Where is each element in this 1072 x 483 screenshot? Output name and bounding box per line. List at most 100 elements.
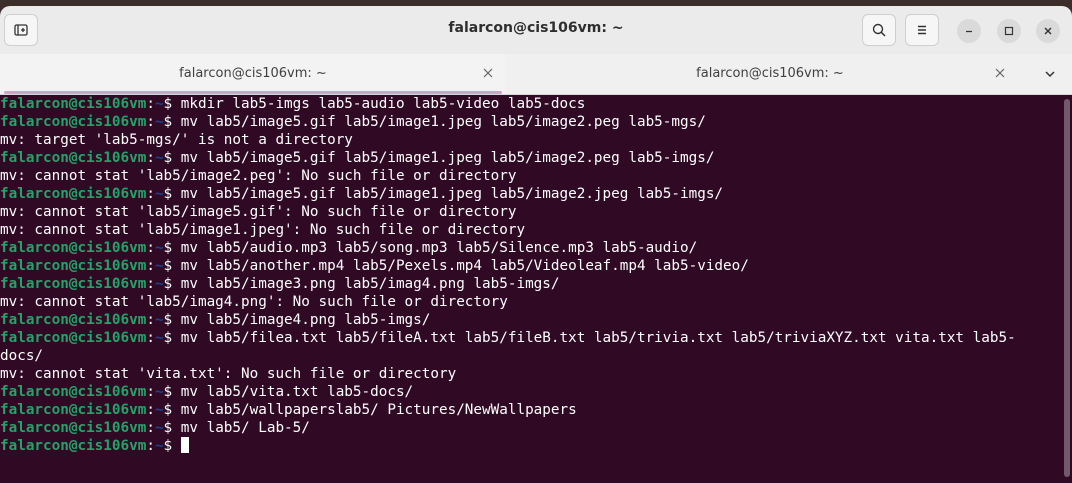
prompt-user: falarcon@cis106vm bbox=[0, 330, 147, 346]
prompt-separator: : bbox=[146, 258, 155, 274]
command-line: falarcon@cis106vm:~$ mv lab5/image5.gif … bbox=[0, 185, 1062, 203]
prompt-user: falarcon@cis106vm bbox=[0, 150, 147, 166]
output-line: docs/ bbox=[0, 347, 1062, 365]
scrollbar[interactable] bbox=[1062, 95, 1072, 483]
output-line: mv: cannot stat 'lab5/image2.peg': No su… bbox=[0, 167, 1062, 185]
prompt-separator: : bbox=[146, 402, 155, 418]
scroll-thumb[interactable] bbox=[1064, 99, 1070, 477]
prompt-symbol: $ bbox=[163, 240, 181, 256]
chevron-down-icon bbox=[1045, 71, 1055, 78]
search-icon bbox=[872, 23, 886, 37]
command-line: falarcon@cis106vm:~$ mv lab5/filea.txt l… bbox=[0, 329, 1062, 347]
command-line: falarcon@cis106vm:~$ mv lab5/image5.gif … bbox=[0, 149, 1062, 167]
prompt-symbol: $ bbox=[163, 114, 181, 130]
output-line: mv: target 'lab5-mgs/' is not a director… bbox=[0, 131, 1062, 149]
command-text: mv lab5/image3.png lab5/imag4.png lab5-i… bbox=[180, 276, 560, 292]
prompt-path: ~ bbox=[154, 96, 164, 112]
prompt-symbol: $ bbox=[163, 186, 181, 202]
prompt-path: ~ bbox=[154, 276, 164, 292]
output-line: mv: cannot stat 'lab5/image1.jpeg': No s… bbox=[0, 221, 1062, 239]
prompt-user: falarcon@cis106vm bbox=[0, 312, 147, 328]
close-icon bbox=[995, 68, 1005, 78]
terminal-window: falarcon@cis106vm: ~ falarcon@cis106vm: … bbox=[0, 6, 1072, 483]
prompt-separator: : bbox=[146, 312, 155, 328]
tab-close-button[interactable] bbox=[478, 63, 498, 83]
command-line: falarcon@cis106vm:~$ mkdir lab5-imgs lab… bbox=[0, 95, 1062, 113]
command-line: falarcon@cis106vm:~$ mv lab5/wallpapersl… bbox=[0, 401, 1062, 419]
prompt-path: ~ bbox=[154, 114, 164, 130]
prompt-separator: : bbox=[146, 330, 155, 346]
active-tab-indicator bbox=[4, 91, 502, 94]
output-text: mv: cannot stat 'lab5/image5.gif': No su… bbox=[0, 204, 517, 220]
prompt-path: ~ bbox=[154, 240, 164, 256]
prompt-user: falarcon@cis106vm bbox=[0, 114, 147, 130]
output-text: docs/ bbox=[0, 348, 44, 364]
prompt-user: falarcon@cis106vm bbox=[0, 186, 147, 202]
prompt-path: ~ bbox=[154, 312, 164, 328]
command-line: falarcon@cis106vm:~$ bbox=[0, 437, 1062, 455]
prompt-user: falarcon@cis106vm bbox=[0, 438, 147, 454]
prompt-separator: : bbox=[146, 96, 155, 112]
command-text: mv lab5/image5.gif lab5/image1.jpeg lab5… bbox=[180, 186, 724, 202]
prompt-symbol: $ bbox=[163, 402, 181, 418]
minimize-button[interactable] bbox=[957, 19, 981, 43]
hamburger-menu-icon bbox=[918, 25, 926, 35]
prompt-symbol: $ bbox=[163, 150, 181, 166]
tab-label: falarcon@cis106vm: ~ bbox=[179, 66, 327, 81]
maximize-button[interactable] bbox=[997, 19, 1021, 43]
prompt-user: falarcon@cis106vm bbox=[0, 402, 147, 418]
prompt-separator: : bbox=[146, 420, 155, 436]
output-text: mv: cannot stat 'vita.txt': No such file… bbox=[0, 366, 457, 382]
tab-list-dropdown[interactable] bbox=[1040, 64, 1060, 84]
tab-close-button[interactable] bbox=[990, 63, 1010, 83]
tab-1[interactable]: falarcon@cis106vm: ~ bbox=[0, 54, 506, 94]
command-line: falarcon@cis106vm:~$ mv lab5/vita.txt la… bbox=[0, 383, 1062, 401]
command-line: falarcon@cis106vm:~$ mv lab5/image5.gif … bbox=[0, 113, 1062, 131]
minimize-icon bbox=[966, 30, 972, 33]
prompt-path: ~ bbox=[154, 438, 164, 454]
prompt-path: ~ bbox=[154, 384, 164, 400]
output-line: mv: cannot stat 'lab5/imag4.png': No suc… bbox=[0, 293, 1062, 311]
command-text: mv lab5/filea.txt lab5/fileA.txt lab5/fi… bbox=[180, 330, 1016, 346]
text-cursor bbox=[180, 437, 189, 453]
menu-button[interactable] bbox=[905, 14, 939, 46]
command-line: falarcon@cis106vm:~$ mv lab5/ Lab-5/ bbox=[0, 419, 1062, 437]
prompt-symbol: $ bbox=[163, 330, 181, 346]
output-text: mv: cannot stat 'lab5/image2.peg': No su… bbox=[0, 168, 517, 184]
search-button[interactable] bbox=[862, 14, 896, 46]
prompt-separator: : bbox=[146, 240, 155, 256]
prompt-symbol: $ bbox=[163, 276, 181, 292]
tab-2[interactable]: falarcon@cis106vm: ~ bbox=[510, 54, 1030, 94]
command-line: falarcon@cis106vm:~$ mv lab5/audio.mp3 l… bbox=[0, 239, 1062, 257]
prompt-user: falarcon@cis106vm bbox=[0, 420, 147, 436]
command-text: mv lab5/audio.mp3 lab5/song.mp3 lab5/Sil… bbox=[180, 240, 698, 256]
prompt-path: ~ bbox=[154, 186, 164, 202]
prompt-user: falarcon@cis106vm bbox=[0, 276, 147, 292]
prompt-symbol: $ bbox=[163, 438, 181, 454]
command-text: mv lab5/another.mp4 lab5/Pexels.mp4 lab5… bbox=[180, 258, 749, 274]
close-icon bbox=[483, 68, 493, 78]
output-line: mv: cannot stat 'lab5/image5.gif': No su… bbox=[0, 203, 1062, 221]
command-line: falarcon@cis106vm:~$ mv lab5/image4.png … bbox=[0, 311, 1062, 329]
prompt-path: ~ bbox=[154, 420, 164, 436]
prompt-path: ~ bbox=[154, 258, 164, 274]
prompt-separator: : bbox=[146, 114, 155, 130]
command-text: mv lab5/ Lab-5/ bbox=[180, 420, 310, 436]
prompt-separator: : bbox=[146, 186, 155, 202]
command-text: mv lab5/image5.gif lab5/image1.jpeg lab5… bbox=[180, 150, 715, 166]
prompt-user: falarcon@cis106vm bbox=[0, 384, 147, 400]
terminal-output[interactable]: falarcon@cis106vm:~$ mkdir lab5-imgs lab… bbox=[0, 95, 1062, 483]
prompt-separator: : bbox=[146, 438, 155, 454]
command-text: mv lab5/image5.gif lab5/image1.jpeg lab5… bbox=[180, 114, 706, 130]
maximize-icon bbox=[1004, 26, 1014, 36]
prompt-symbol: $ bbox=[163, 258, 181, 274]
command-text: mkdir lab5-imgs lab5-audio lab5-video la… bbox=[180, 96, 586, 112]
tab-bar: falarcon@cis106vm: ~ falarcon@cis106vm: … bbox=[0, 54, 1072, 95]
prompt-user: falarcon@cis106vm bbox=[0, 96, 147, 112]
close-button[interactable] bbox=[1036, 19, 1060, 43]
prompt-user: falarcon@cis106vm bbox=[0, 240, 147, 256]
command-text: mv lab5/image4.png lab5-imgs/ bbox=[180, 312, 431, 328]
output-text: mv: target 'lab5-mgs/' is not a director… bbox=[0, 132, 353, 148]
close-icon bbox=[1044, 27, 1052, 35]
output-text: mv: cannot stat 'lab5/image1.jpeg': No s… bbox=[0, 222, 526, 238]
